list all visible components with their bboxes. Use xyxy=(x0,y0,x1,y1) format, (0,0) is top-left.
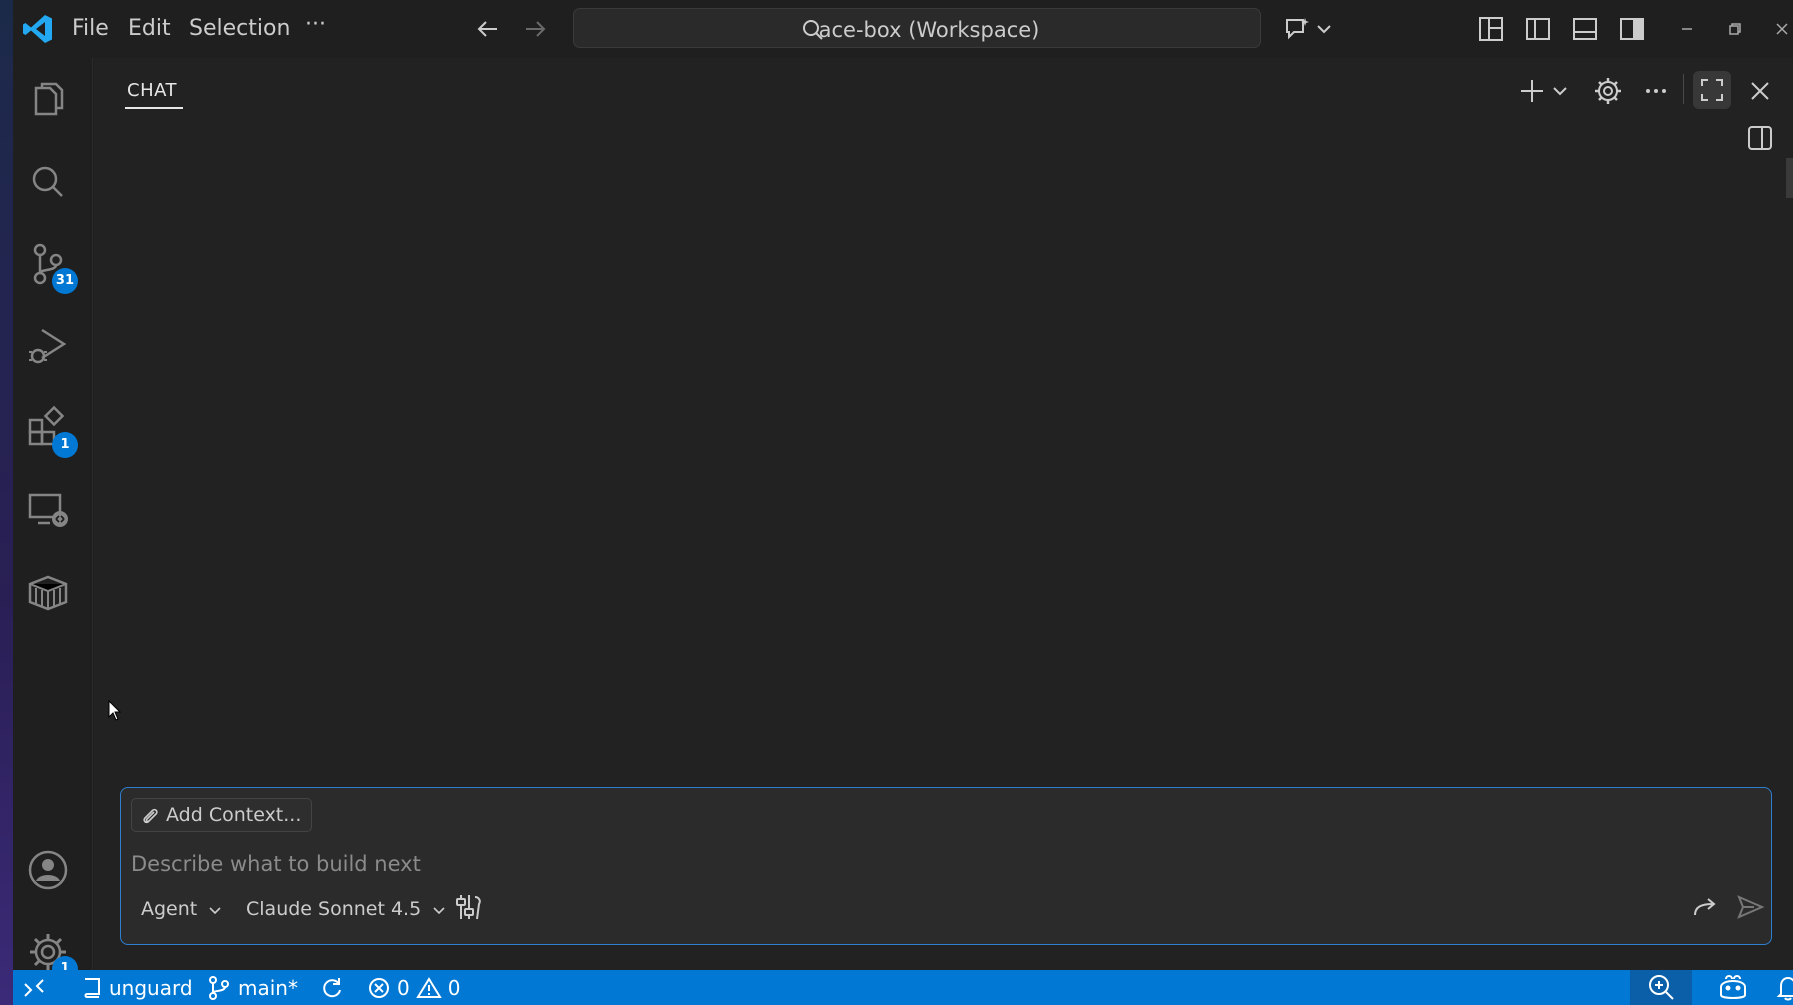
menu-more[interactable]: ··· xyxy=(305,12,326,37)
files-icon xyxy=(34,82,64,116)
source-control-badge: 31 xyxy=(51,268,78,294)
toggle-primary-sidebar-icon[interactable] xyxy=(1524,15,1552,43)
remote-explorer-button[interactable] xyxy=(24,486,72,534)
mouse-cursor-icon xyxy=(108,700,122,721)
zoom-in-icon xyxy=(1649,975,1674,1000)
vscode-logo-icon xyxy=(23,15,52,43)
plus-icon[interactable] xyxy=(1516,75,1548,107)
workspace-label: unguard xyxy=(109,976,193,1000)
warning-icon xyxy=(415,977,442,998)
model-picker[interactable]: Claude Sonnet 4.5 xyxy=(246,894,447,924)
errors-count: 0 xyxy=(397,976,410,1000)
chat-input[interactable] xyxy=(131,846,1431,882)
status-bar: unguard main* 0 0 xyxy=(13,970,1793,1005)
arrow-right-icon[interactable] xyxy=(520,14,550,44)
sync-icon xyxy=(323,978,341,998)
command-center-search[interactable]: ace-box (Workspace) xyxy=(573,8,1261,48)
branch-label: main* xyxy=(238,976,298,1000)
menu-file[interactable]: File xyxy=(72,16,109,41)
header-separator xyxy=(1683,74,1684,104)
problems-indicator[interactable]: 0 0 xyxy=(367,974,460,1002)
ellipsis-icon[interactable] xyxy=(1640,75,1672,107)
gear-icon[interactable] xyxy=(1592,75,1624,107)
containers-button[interactable] xyxy=(24,568,72,616)
branch-indicator[interactable]: main* xyxy=(206,974,298,1002)
toggle-panel-icon[interactable] xyxy=(1571,15,1599,43)
warnings-count: 0 xyxy=(447,976,461,1000)
close-icon[interactable] xyxy=(1744,75,1776,107)
chat-panel: CHAT Add Context... Describe what to bui… xyxy=(94,58,1793,970)
delegate-arrow-icon[interactable] xyxy=(1689,891,1721,923)
error-icon xyxy=(369,978,389,998)
active-tab-indicator xyxy=(125,107,183,109)
maximize-icon xyxy=(1701,79,1723,101)
sync-button[interactable] xyxy=(319,974,345,1002)
chevron-down-icon xyxy=(433,906,445,914)
chevron-down-icon xyxy=(209,906,221,914)
repo-icon xyxy=(84,978,100,998)
restore-icon[interactable] xyxy=(1721,15,1749,43)
window-close-icon[interactable] xyxy=(1768,15,1793,43)
search-button[interactable] xyxy=(24,158,72,206)
copilot-icon[interactable] xyxy=(1716,973,1750,1003)
activity-bar: 31 1 1 xyxy=(13,58,93,982)
mode-picker[interactable]: Agent xyxy=(141,894,223,924)
workspace-indicator[interactable]: unguard xyxy=(81,974,193,1002)
extensions-button[interactable]: 1 xyxy=(24,404,78,458)
chevron-down-icon[interactable] xyxy=(1550,75,1570,107)
debug-icon xyxy=(29,328,67,364)
add-context-label: Add Context... xyxy=(166,804,302,826)
title-bar: File Edit Selection ··· ace-box (Workspa… xyxy=(13,0,1793,58)
menu-edit[interactable]: Edit xyxy=(128,16,171,41)
git-branch-icon xyxy=(209,976,229,1000)
copilot-chat-icon[interactable] xyxy=(1283,15,1311,43)
vscode-window: File Edit Selection ··· ace-box (Workspa… xyxy=(13,0,1793,1005)
remote-indicator[interactable] xyxy=(21,974,47,1002)
manage-button[interactable]: 1 xyxy=(24,928,78,982)
tools-icon[interactable] xyxy=(453,891,485,923)
chat-input-box: Add Context... Agent Claude Sonnet 4.5 xyxy=(120,787,1772,945)
customize-layout-icon[interactable] xyxy=(1477,15,1505,43)
paperclip-icon xyxy=(143,808,158,824)
zoom-button[interactable] xyxy=(1630,970,1692,1005)
toggle-secondary-sidebar-icon[interactable] xyxy=(1618,15,1646,43)
source-control-button[interactable]: 31 xyxy=(24,240,78,294)
split-editor-icon[interactable] xyxy=(1744,122,1776,154)
workspace-title: ace-box (Workspace) xyxy=(818,18,1040,42)
minimize-icon[interactable] xyxy=(1673,15,1701,43)
remote-connection-icon xyxy=(24,979,44,997)
scrollbar[interactable] xyxy=(1786,158,1793,198)
add-context-button[interactable]: Add Context... xyxy=(131,798,313,832)
model-label: Claude Sonnet 4.5 xyxy=(246,898,422,920)
extensions-badge: 1 xyxy=(52,432,78,458)
search-icon xyxy=(32,166,63,197)
tab-chat[interactable]: CHAT xyxy=(127,80,177,101)
chevron-down-icon[interactable] xyxy=(1315,15,1333,43)
accounts-button[interactable] xyxy=(24,846,72,894)
remote-icon xyxy=(28,493,68,527)
desktop-edge xyxy=(0,0,13,1005)
arrow-left-icon[interactable] xyxy=(473,14,503,44)
explorer-button[interactable] xyxy=(24,76,72,124)
maximize-button[interactable] xyxy=(1693,71,1731,109)
bell-icon[interactable] xyxy=(1773,973,1793,1003)
box-icon xyxy=(28,575,68,611)
mode-label: Agent xyxy=(141,898,198,920)
menu-selection[interactable]: Selection xyxy=(189,16,290,41)
send-icon[interactable] xyxy=(1734,891,1766,923)
account-icon xyxy=(28,850,68,890)
run-debug-button[interactable] xyxy=(24,322,72,370)
